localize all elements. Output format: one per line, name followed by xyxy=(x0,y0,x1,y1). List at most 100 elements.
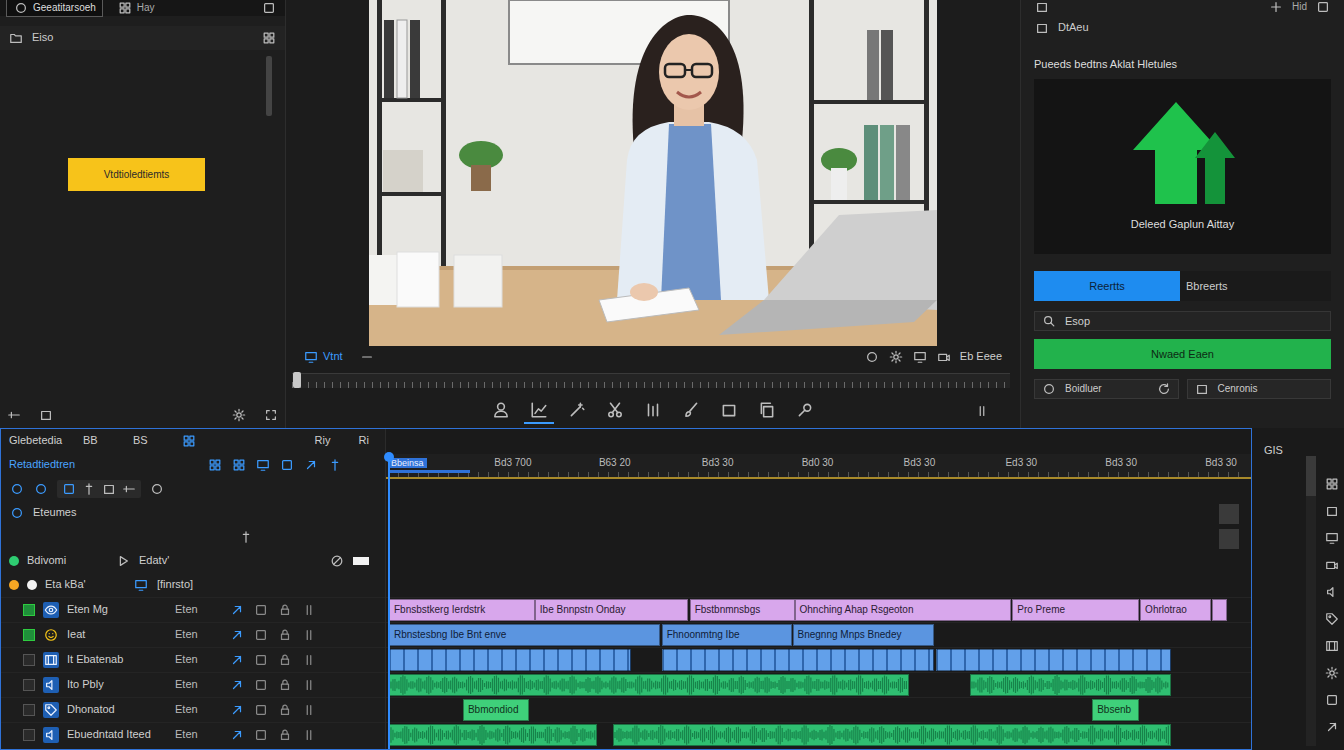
grid-icon[interactable] xyxy=(1324,476,1340,492)
ripple-icon[interactable] xyxy=(121,481,137,497)
sync-icon[interactable] xyxy=(253,702,269,718)
timeline-lanes[interactable]: BbeinsaBd3 700B63 20Bd3 30Bd0 30Bd3 30Ed… xyxy=(386,429,1251,749)
inspector-button[interactable]: Cenronis xyxy=(1187,379,1332,399)
select-icon[interactable] xyxy=(61,481,77,497)
link-icon[interactable] xyxy=(33,481,49,497)
track-lane[interactable] xyxy=(386,722,1251,747)
film-icon[interactable] xyxy=(1324,638,1340,654)
scroll-handle[interactable] xyxy=(1219,504,1239,524)
scrollbar[interactable] xyxy=(266,56,272,116)
track-toggle[interactable] xyxy=(23,704,35,716)
scroll-thumb[interactable] xyxy=(1306,456,1316,496)
solo-icon[interactable] xyxy=(301,602,317,618)
camera-icon[interactable] xyxy=(1324,557,1340,573)
marker-icon[interactable] xyxy=(149,481,165,497)
header-item[interactable]: Ri xyxy=(359,434,369,447)
scrubber-handle[interactable] xyxy=(293,372,301,388)
play-icon[interactable] xyxy=(115,553,131,569)
timeline-clip[interactable]: Rbnstesbng Ibe Bnt enve xyxy=(389,624,660,646)
monitor-icon[interactable] xyxy=(255,457,271,473)
timeline-clip[interactable]: Ohrlotrao xyxy=(1140,599,1211,621)
import-button[interactable]: Vtdtioledtiemts xyxy=(68,158,205,191)
timeline-clip[interactable] xyxy=(389,724,597,746)
track-lane[interactable]: Fbnsbstkerg IerdstrkIbe Bnnpstn OndayFbs… xyxy=(386,597,1251,622)
timeline-clip[interactable] xyxy=(389,674,909,696)
header-item[interactable]: BB xyxy=(83,434,125,447)
sync-icon[interactable] xyxy=(253,627,269,643)
source-tab[interactable]: Geeatitarsoeh xyxy=(6,0,103,17)
scrubber[interactable] xyxy=(292,373,1010,388)
solo-icon[interactable] xyxy=(301,652,317,668)
inspector-tab[interactable]: Reertts xyxy=(1034,271,1180,301)
arrow-icon[interactable] xyxy=(1324,719,1340,735)
tool-button[interactable] xyxy=(714,398,744,424)
grid-icon[interactable] xyxy=(207,457,223,473)
grid-icon[interactable] xyxy=(231,457,247,473)
sync-icon[interactable] xyxy=(253,652,269,668)
group-value[interactable]: [finrsto] xyxy=(157,578,193,591)
lock-icon[interactable] xyxy=(277,727,293,743)
timeline-clip[interactable] xyxy=(613,724,1171,746)
screen-icon[interactable] xyxy=(912,349,928,365)
sync-icon[interactable] xyxy=(253,677,269,693)
timeline-clip[interactable] xyxy=(662,649,935,671)
marker-icon[interactable] xyxy=(327,457,343,473)
time-ruler[interactable]: BbeinsaBd3 700B63 20Bd3 30Bd0 30Bd3 30Ed… xyxy=(386,454,1251,479)
playhead[interactable] xyxy=(388,454,390,749)
lock-icon[interactable] xyxy=(277,677,293,693)
timeline-clip[interactable] xyxy=(389,649,631,671)
lock-icon[interactable] xyxy=(277,627,293,643)
track-lane[interactable] xyxy=(386,647,1251,672)
search-field[interactable]: Esop xyxy=(1034,311,1331,331)
track-toggle[interactable] xyxy=(23,629,35,641)
gear-icon[interactable] xyxy=(231,407,247,423)
slip-icon[interactable] xyxy=(101,481,117,497)
timeline-clip[interactable]: Bnegnng Mnps Bnedey xyxy=(793,624,935,646)
tool-button[interactable] xyxy=(524,398,554,424)
track-lane[interactable] xyxy=(386,672,1251,697)
track-name[interactable]: Eten Mg xyxy=(67,603,167,616)
box-icon[interactable] xyxy=(1324,503,1340,519)
track-lane[interactable]: Rbnstesbng Ibe Bnt enveFhnoonmtng IbeBne… xyxy=(386,622,1251,647)
split-icon[interactable] xyxy=(974,403,990,419)
pin-icon[interactable] xyxy=(238,529,254,545)
target-icon[interactable] xyxy=(229,652,245,668)
timeline-clip[interactable]: Bbsenb xyxy=(1092,699,1139,721)
track-toggle[interactable] xyxy=(23,729,35,741)
timeline-clip[interactable]: Bbmondiod xyxy=(463,699,529,721)
timeline-clip[interactable] xyxy=(936,649,1171,671)
track-toggle[interactable] xyxy=(23,679,35,691)
inspector-button[interactable]: Boidluer xyxy=(1034,379,1179,399)
plus-icon[interactable] xyxy=(1268,0,1284,15)
target-icon[interactable] xyxy=(229,702,245,718)
sync-icon[interactable] xyxy=(253,727,269,743)
monitor-icon[interactable] xyxy=(1324,530,1340,546)
window-icon[interactable] xyxy=(261,0,277,16)
tool-button[interactable] xyxy=(486,398,516,424)
timeline-clip[interactable] xyxy=(1212,599,1227,621)
box-icon[interactable] xyxy=(38,407,54,423)
timeline-clip[interactable]: Pro Preme xyxy=(1012,599,1139,621)
speaker-icon[interactable] xyxy=(1324,584,1340,600)
window-icon[interactable] xyxy=(1315,0,1331,15)
solo-icon[interactable] xyxy=(301,702,317,718)
timeline-clip[interactable] xyxy=(970,674,1171,696)
tool-button[interactable] xyxy=(562,398,592,424)
loop-icon[interactable] xyxy=(864,349,880,365)
track-lane[interactable]: Bbmondiod Bbsenb xyxy=(386,697,1251,722)
scroll-handle[interactable] xyxy=(1219,529,1239,549)
sequence-name[interactable]: Retadtiedtren xyxy=(9,458,199,471)
tag-icon[interactable] xyxy=(1324,611,1340,627)
panel-icon[interactable] xyxy=(1034,0,1050,15)
tool-button[interactable] xyxy=(600,398,630,424)
gear-icon[interactable] xyxy=(1324,665,1340,681)
sync-icon[interactable] xyxy=(253,602,269,618)
settings-icon[interactable] xyxy=(888,349,904,365)
track-name[interactable]: Ebuedntatd Iteed xyxy=(67,728,167,741)
primary-button[interactable]: Nwaed Eaen xyxy=(1034,339,1331,369)
track-name[interactable]: Dhonatod xyxy=(67,703,167,716)
side-scrollbar[interactable] xyxy=(1306,456,1316,746)
header-item[interactable]: BS xyxy=(133,434,173,447)
tool-button[interactable] xyxy=(676,398,706,424)
header-item[interactable]: Riy xyxy=(315,434,351,447)
